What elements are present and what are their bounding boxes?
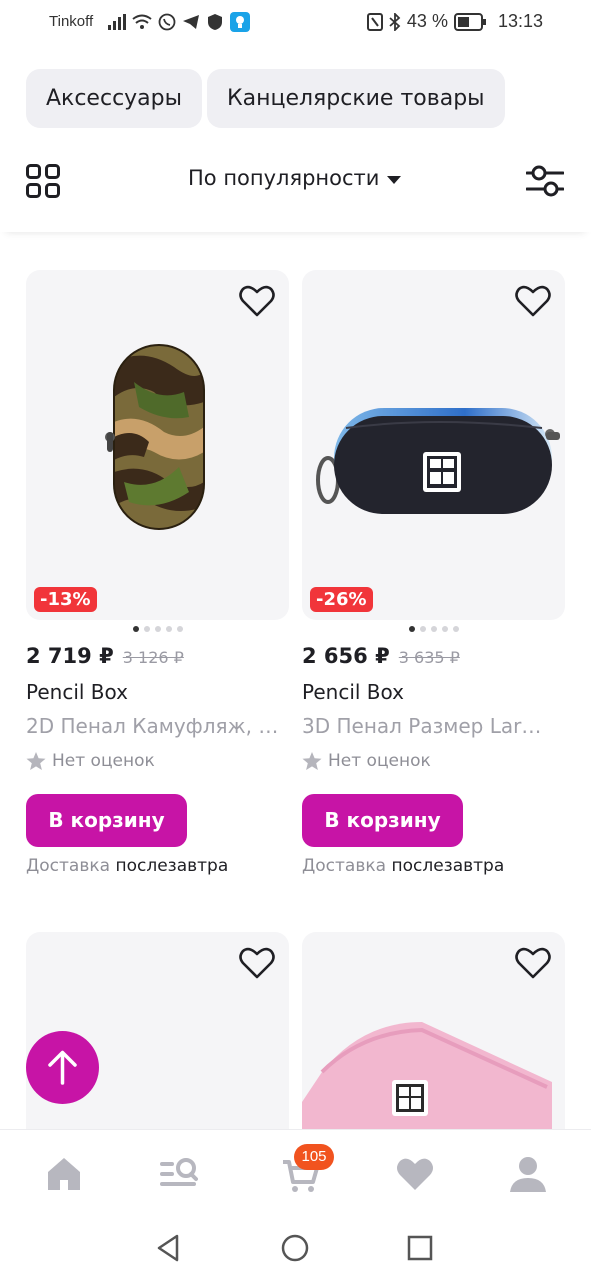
category-chip-stationery[interactable]: Канцелярские товары	[207, 69, 505, 128]
favorites-icon[interactable]	[395, 1154, 435, 1194]
grid-view-icon[interactable]	[26, 164, 60, 198]
sort-dropdown[interactable]: По популярности	[188, 166, 402, 190]
camo-pencil-case-image	[105, 344, 205, 530]
favorite-heart-icon[interactable]	[515, 946, 551, 980]
scroll-to-top-button[interactable]	[26, 1031, 99, 1104]
clock: 13:13	[497, 11, 543, 31]
rating: Нет оценок	[302, 751, 431, 771]
catalog-toolbar: По популярности	[0, 140, 591, 232]
pink-pencil-case-image	[302, 1022, 552, 1152]
add-to-cart-button[interactable]: В корзину	[302, 794, 463, 847]
telegram-icon	[183, 15, 199, 29]
delivery-date: послезавтра	[391, 856, 505, 876]
product-image[interactable]: -26%	[302, 270, 565, 620]
current-price: 2 656 ₽	[302, 644, 390, 668]
price-row: 2 719 ₽ 3 126 ₽	[26, 644, 184, 668]
back-icon[interactable]	[153, 1232, 185, 1264]
rating-text: Нет оценок	[328, 751, 431, 771]
rating-text: Нет оценок	[52, 751, 155, 771]
favorite-heart-icon[interactable]	[239, 946, 275, 980]
discount-badge: -13%	[34, 587, 97, 612]
sort-label: По популярности	[188, 166, 380, 190]
vpn-shield-icon	[208, 14, 222, 30]
image-carousel-dots	[26, 626, 289, 632]
carousel-dot	[452, 626, 459, 632]
home-circle-icon[interactable]	[279, 1232, 311, 1264]
star-icon	[26, 751, 46, 770]
caret-down-icon	[387, 176, 402, 184]
status-icons-left	[108, 12, 250, 32]
status-bar: Tinkoff 43 % 13:13	[0, 0, 591, 46]
signal-icon	[108, 14, 126, 30]
filter-sliders-icon[interactable]	[526, 164, 564, 198]
delivery-info: Доставка послезавтра	[302, 856, 504, 876]
delivery-info: Доставка послезавтра	[26, 856, 228, 876]
status-icons-right: 43 % 13:13	[366, 11, 543, 32]
catalog-search-icon[interactable]	[158, 1154, 198, 1194]
favorite-heart-icon[interactable]	[515, 284, 551, 318]
rating: Нет оценок	[26, 751, 155, 771]
favorite-heart-icon[interactable]	[239, 284, 275, 318]
carousel-dot	[430, 626, 437, 632]
delivery-date: послезавтра	[115, 856, 229, 876]
battery-percent: 43 %	[406, 11, 448, 31]
old-price: 3 635 ₽	[398, 648, 460, 667]
profile-icon[interactable]	[508, 1154, 548, 1194]
home-icon[interactable]	[44, 1154, 84, 1194]
carousel-dot	[176, 626, 183, 632]
product-brand: Pencil Box	[302, 680, 404, 704]
arrow-up-icon	[48, 1050, 77, 1085]
carousel-dot	[165, 626, 172, 632]
delivery-label: Доставка	[302, 856, 387, 876]
star-icon	[302, 751, 322, 770]
carousel-dot	[441, 626, 448, 632]
current-price: 2 719 ₽	[26, 644, 114, 668]
bluetooth-icon	[389, 12, 401, 31]
product-image[interactable]: -13%	[26, 270, 289, 620]
cart-count-badge: 105	[294, 1144, 334, 1170]
product-name[interactable]: 3D Пенал Размер Lar…	[302, 714, 565, 738]
discount-badge: -26%	[310, 587, 373, 612]
category-chip-accessories[interactable]: Аксессуары	[26, 69, 202, 128]
bulb-app-icon	[230, 12, 250, 32]
product-card[interactable]: -13% 2 719 ₽ 3 126 ₽ Pencil Box 2D Пенал…	[26, 270, 289, 876]
image-carousel-dots	[302, 626, 565, 632]
carousel-dot	[143, 626, 150, 632]
battery-icon	[453, 12, 486, 31]
delivery-label: Доставка	[26, 856, 111, 876]
product-name[interactable]: 2D Пенал Камуфляж, …	[26, 714, 289, 738]
product-card[interactable]: -26% 2 656 ₽ 3 635 ₽ Pencil Box 3D Пенал…	[302, 270, 565, 876]
carousel-dot	[408, 626, 415, 632]
product-image[interactable]	[302, 932, 565, 1152]
carousel-dot	[419, 626, 426, 632]
add-to-cart-button[interactable]: В корзину	[26, 794, 187, 847]
old-price: 3 126 ₽	[122, 648, 184, 667]
product-brand: Pencil Box	[26, 680, 128, 704]
carousel-dot	[154, 626, 161, 632]
wifi-icon	[132, 14, 152, 29]
recents-square-icon[interactable]	[404, 1232, 436, 1264]
carousel-dot	[132, 626, 139, 632]
black-pencil-case-image	[316, 408, 560, 514]
product-card[interactable]	[302, 932, 565, 1152]
carrier-name: Tinkoff	[49, 13, 94, 30]
price-row: 2 656 ₽ 3 635 ₽	[302, 644, 460, 668]
whatsapp-icon	[158, 13, 176, 31]
system-navigation-bar	[0, 1214, 591, 1280]
bottom-navigation	[0, 1129, 591, 1214]
nfc-icon	[366, 12, 383, 31]
